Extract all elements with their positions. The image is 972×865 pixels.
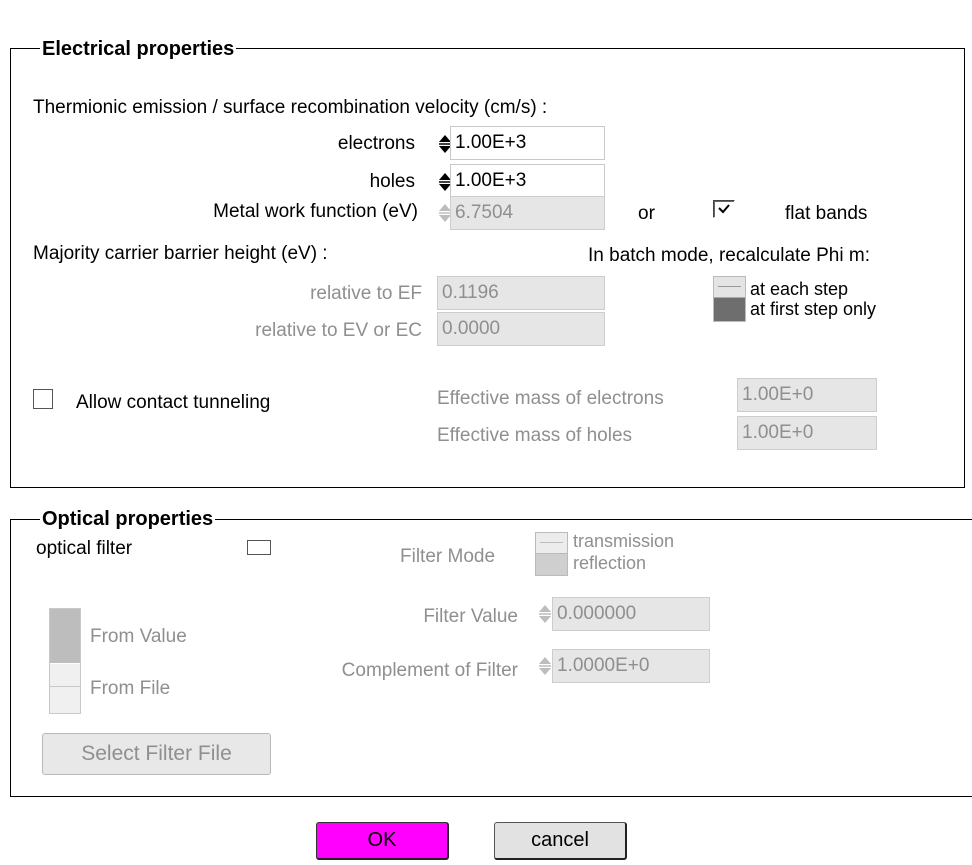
relative-ev-input: 0.0000 (437, 312, 605, 346)
flat-bands-checkbox[interactable] (713, 200, 735, 218)
work-function-input: 6.7504 (450, 196, 605, 230)
batch-option-first-step-label[interactable]: at first step only (750, 300, 876, 318)
batch-option-each-step-indicator[interactable] (714, 277, 745, 298)
complement-spinner-icon (539, 657, 551, 675)
optical-properties-legend: Optical properties (40, 508, 216, 530)
relative-ef-input: 0.1196 (437, 276, 605, 310)
or-label: or (638, 203, 655, 224)
holes-input[interactable]: 1.00E+3 (450, 164, 605, 198)
filter-mode-reflection-indicator (536, 554, 567, 575)
filter-mode-label: Filter Mode (400, 546, 496, 567)
batch-mode-selector[interactable] (713, 276, 746, 322)
flat-bands-label: flat bands (785, 203, 868, 224)
allow-tunneling-label: Allow contact tunneling (76, 392, 271, 413)
ok-button[interactable]: OK (316, 822, 449, 860)
filter-mode-reflection-label: reflection (573, 553, 647, 573)
filter-source-value-label: From Value (90, 626, 187, 647)
filter-value-input: 0.000000 (552, 597, 710, 631)
work-function-label: Metal work function (eV) (213, 201, 418, 222)
relative-ef-label: relative to EF (310, 283, 422, 304)
select-filter-file-button[interactable]: Select Filter File (42, 733, 271, 775)
complement-label: Complement of Filter (341, 660, 518, 681)
thermionic-label: Thermionic emission / surface recombinat… (33, 97, 548, 118)
holes-label: holes (369, 171, 415, 192)
checkmark-icon (718, 204, 730, 214)
eff-mass-holes-label: Effective mass of holes (437, 425, 633, 446)
barrier-height-label: Majority carrier barrier height (eV) : (33, 243, 328, 264)
electrons-label: electrons (337, 133, 415, 154)
filter-source-selector (49, 608, 81, 714)
filter-mode-transmission-label: transmission (573, 531, 675, 551)
filter-value-spinner-icon (539, 605, 551, 623)
filter-value-label: Filter Value (423, 606, 518, 627)
electrical-properties-legend: Electrical properties (40, 38, 237, 60)
filter-source-file-label: From File (90, 678, 171, 699)
filter-mode-transmission-indicator (536, 533, 567, 554)
electrons-input[interactable]: 1.00E+3 (450, 126, 605, 160)
batch-mode-label: In batch mode, recalculate Phi m: (588, 245, 870, 266)
optical-filter-checkbox[interactable] (247, 540, 271, 555)
allow-tunneling-checkbox[interactable] (33, 389, 53, 409)
filter-source-file-indicator (50, 664, 80, 713)
optical-filter-label: optical filter (36, 538, 133, 559)
filter-mode-selector (535, 532, 568, 576)
eff-mass-holes-input: 1.00E+0 (737, 416, 877, 450)
relative-ev-label: relative to EV or EC (255, 320, 422, 341)
filter-source-value-indicator (50, 609, 80, 663)
eff-mass-electrons-input: 1.00E+0 (737, 378, 877, 412)
eff-mass-electrons-label: Effective mass of electrons (437, 388, 664, 409)
complement-input: 1.0000E+0 (552, 649, 710, 683)
batch-option-first-step-indicator[interactable] (714, 298, 745, 321)
cancel-button[interactable]: cancel (494, 822, 627, 860)
batch-option-each-step-label[interactable]: at each step (750, 280, 848, 298)
